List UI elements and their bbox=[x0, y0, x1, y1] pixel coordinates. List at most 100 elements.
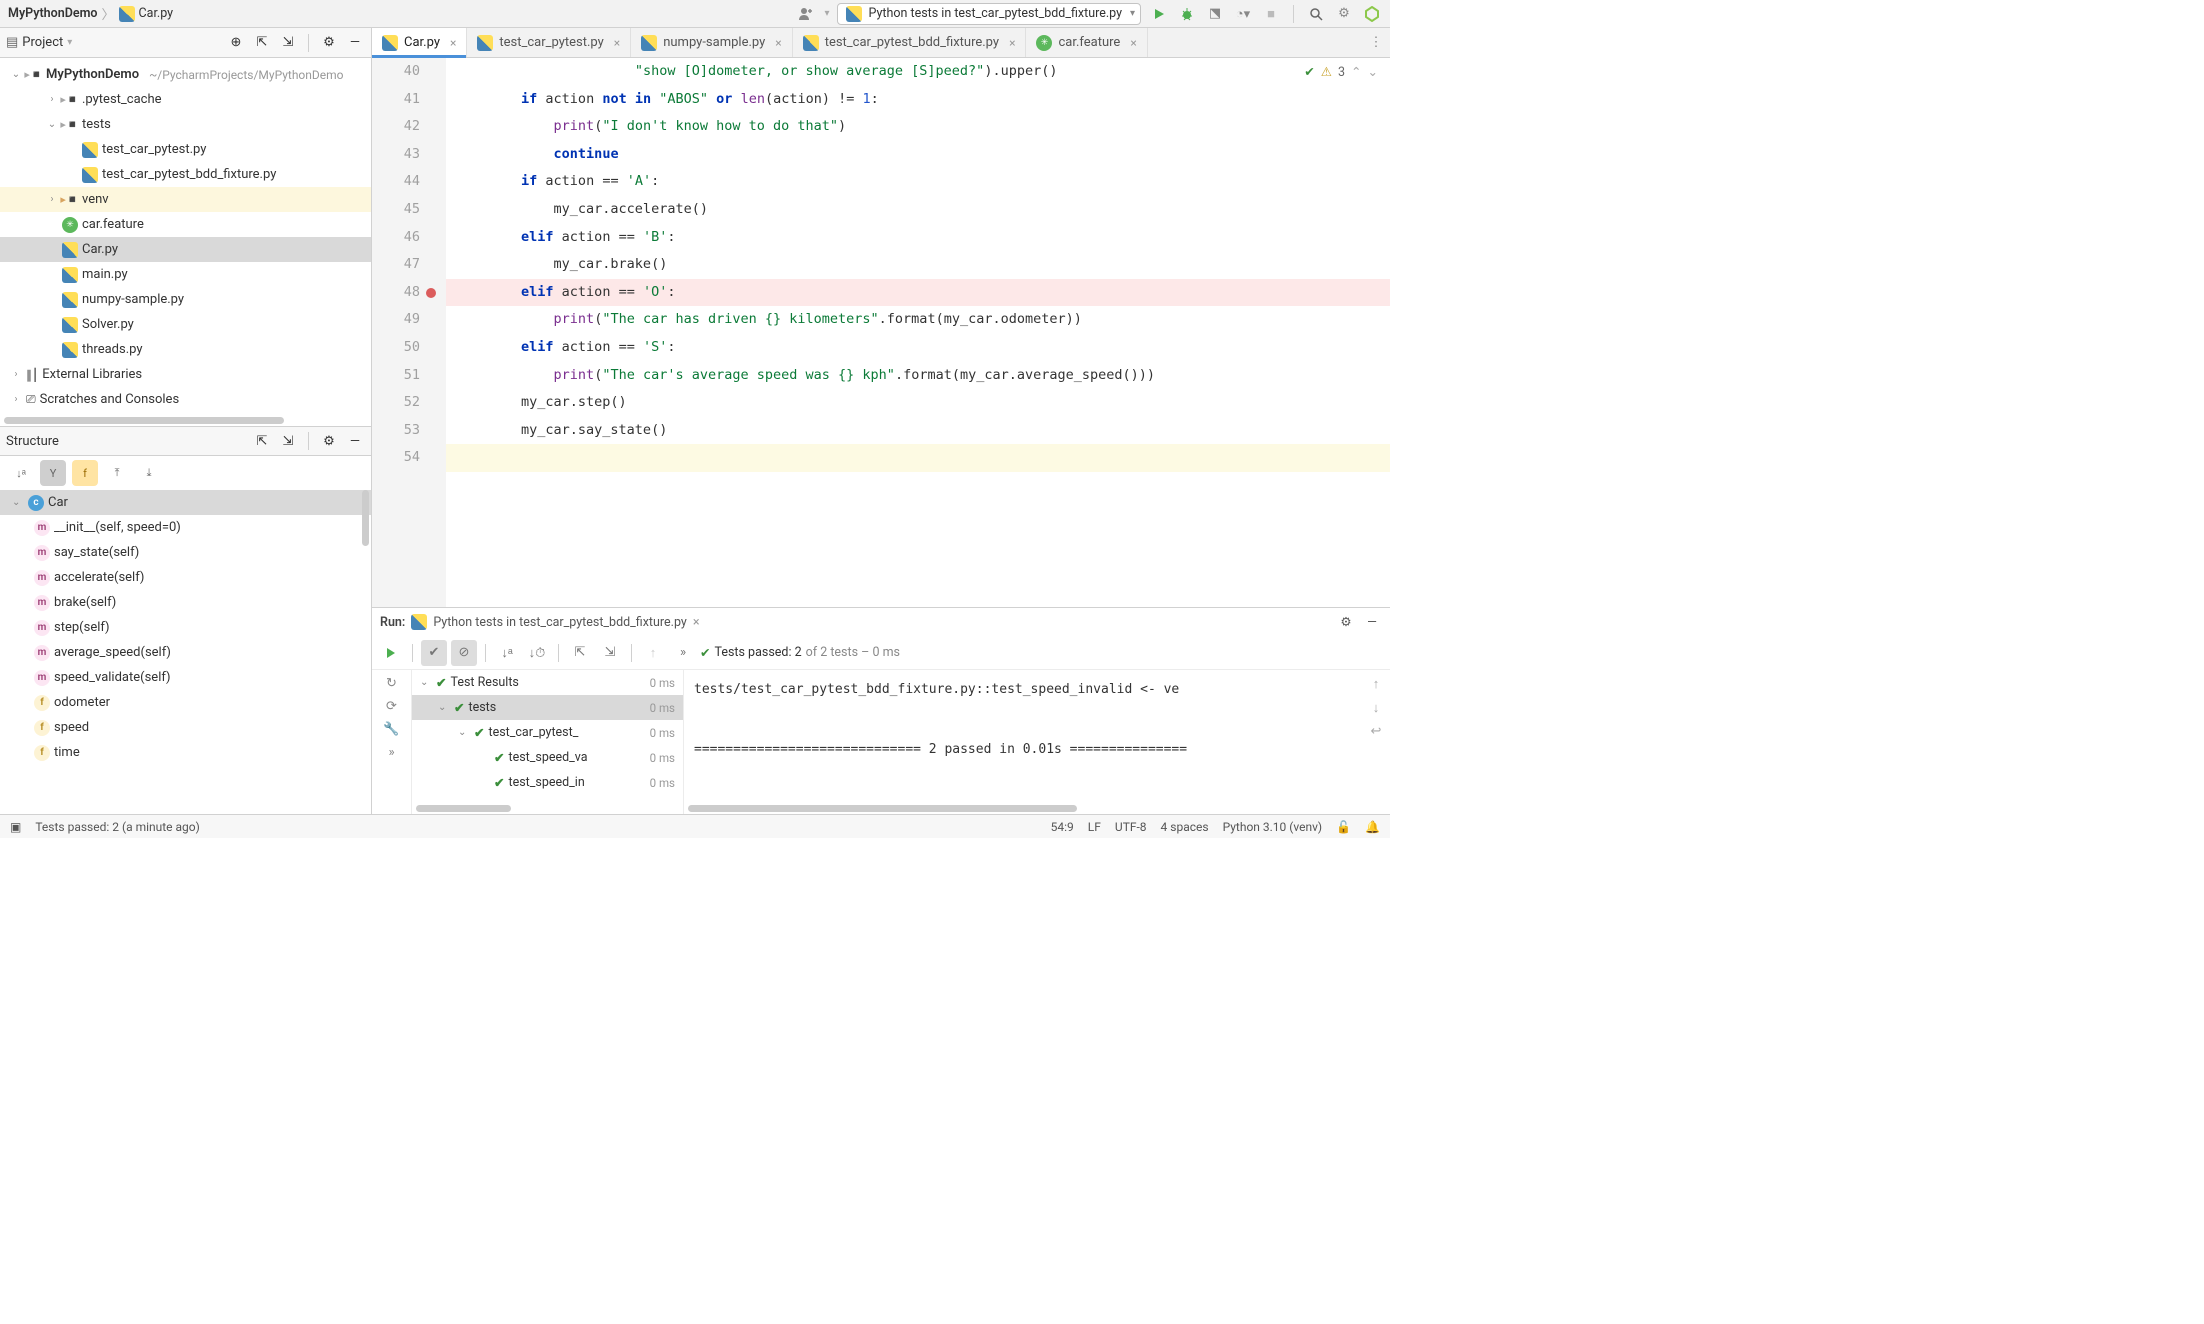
chevron-up-icon[interactable]: ⌃ bbox=[1351, 64, 1361, 80]
editor-text[interactable]: "show [O]dometer, or show average [S]pee… bbox=[446, 58, 1390, 607]
run-settings-icon[interactable]: ⚙ bbox=[1336, 612, 1356, 632]
breadcrumb[interactable]: MyPythonDemo 〉 Car.py bbox=[8, 4, 173, 23]
test-node[interactable]: ⌄✔tests0 ms bbox=[412, 695, 683, 720]
project-tree[interactable]: ⌄▸◾MyPythonDemo~/PycharmProjects/MyPytho… bbox=[0, 58, 371, 426]
test-node[interactable]: ⌄✔test_car_pytest_0 ms bbox=[412, 720, 683, 745]
editor-gutter[interactable]: 404142434445464748495051525354 bbox=[372, 58, 446, 607]
close-tab-icon[interactable]: × bbox=[1009, 36, 1015, 50]
toggle-autotest-icon[interactable]: ⟳ bbox=[386, 699, 397, 714]
stop-button[interactable]: ■ bbox=[1261, 4, 1281, 24]
more-icon[interactable]: » bbox=[670, 640, 696, 666]
editor-tab[interactable]: test_car_pytest_bdd_fixture.py× bbox=[793, 28, 1027, 57]
tree-item[interactable]: numpy-sample.py bbox=[0, 287, 371, 312]
structure-member[interactable]: mstep(self) bbox=[0, 615, 371, 640]
scrollbar[interactable] bbox=[4, 417, 284, 424]
close-run-tab-icon[interactable]: × bbox=[693, 615, 700, 630]
gutter-line[interactable]: 51 bbox=[372, 362, 420, 390]
tabs-more-icon[interactable]: ⋮ bbox=[1362, 28, 1390, 57]
autoscroll-to-icon[interactable]: ⤒ bbox=[104, 460, 130, 486]
tree-item[interactable]: test_car_pytest_bdd_fixture.py bbox=[0, 162, 371, 187]
structure-settings-icon[interactable]: ⚙ bbox=[319, 431, 339, 451]
tree-item[interactable]: Car.py bbox=[0, 237, 371, 262]
prev-test-icon[interactable]: ↑ bbox=[640, 640, 666, 666]
tree-item[interactable]: test_car_pytest.py bbox=[0, 137, 371, 162]
more-side-icon[interactable]: » bbox=[388, 745, 394, 760]
sort-icon[interactable]: ↓ᵃ bbox=[494, 640, 520, 666]
scratches[interactable]: ›⎚Scratches and Consoles bbox=[0, 387, 371, 412]
notifications-icon[interactable]: 🔔 bbox=[1365, 820, 1380, 834]
gutter-line[interactable]: 53 bbox=[372, 417, 420, 445]
structure-member[interactable]: maccelerate(self) bbox=[0, 565, 371, 590]
tree-item[interactable]: ›▸◾venv bbox=[0, 187, 371, 212]
tree-root[interactable]: ⌄▸◾MyPythonDemo~/PycharmProjects/MyPytho… bbox=[0, 62, 371, 87]
editor-tab[interactable]: test_car_pytest.py× bbox=[467, 28, 631, 57]
tree-item[interactable]: threads.py bbox=[0, 337, 371, 362]
gutter-line[interactable]: 45 bbox=[372, 196, 420, 224]
gutter-line[interactable]: 46 bbox=[372, 224, 420, 252]
gutter-line[interactable]: 48 bbox=[372, 279, 420, 307]
gutter-line[interactable]: 54 bbox=[372, 444, 420, 472]
lock-icon[interactable]: 🔓 bbox=[1336, 820, 1351, 834]
structure-member[interactable]: fodometer bbox=[0, 690, 371, 715]
add-user-icon[interactable] bbox=[796, 4, 816, 24]
scrollbar[interactable] bbox=[362, 490, 369, 814]
autoscroll-from-icon[interactable]: ⤓ bbox=[136, 460, 162, 486]
test-node[interactable]: ✔test_speed_in0 ms bbox=[412, 770, 683, 795]
gutter-line[interactable]: 52 bbox=[372, 389, 420, 417]
hide-run-icon[interactable]: — bbox=[1362, 612, 1382, 632]
show-ignored-icon[interactable]: ⊘ bbox=[451, 640, 477, 666]
breadcrumb-file[interactable]: Car.py bbox=[139, 6, 174, 21]
test-output[interactable]: tests/test_car_pytest_bdd_fixture.py::te… bbox=[684, 670, 1362, 814]
settings-icon[interactable]: ⚙ bbox=[1334, 4, 1354, 24]
gutter-line[interactable]: 41 bbox=[372, 86, 420, 114]
expand-all-icon[interactable]: ⇱ bbox=[252, 33, 272, 53]
close-tab-icon[interactable]: × bbox=[450, 36, 456, 50]
code-line[interactable]: continue bbox=[446, 141, 1390, 169]
editor-tab[interactable]: Car.py× bbox=[372, 28, 467, 57]
structure-tree[interactable]: ⌄cCarm__init__(self, speed=0)msay_state(… bbox=[0, 490, 371, 814]
editor[interactable]: 404142434445464748495051525354 "show [O]… bbox=[372, 58, 1390, 607]
gutter-line[interactable]: 44 bbox=[372, 168, 420, 196]
chevron-down-icon[interactable]: ⌄ bbox=[1368, 64, 1378, 80]
tool-windows-icon[interactable]: ▣ bbox=[10, 820, 21, 834]
code-line[interactable]: if action not in "ABOS" or len(action) !… bbox=[446, 86, 1390, 114]
sort-time-icon[interactable]: ↓⏱ bbox=[524, 640, 550, 666]
structure-member[interactable]: mspeed_validate(self) bbox=[0, 665, 371, 690]
structure-member[interactable]: ftime bbox=[0, 740, 371, 765]
project-view-selector[interactable]: ▤ Project ▾ bbox=[6, 35, 72, 50]
file-encoding[interactable]: UTF-8 bbox=[1115, 820, 1147, 834]
wrench-icon[interactable]: 🔧 bbox=[383, 722, 399, 737]
close-tab-icon[interactable]: × bbox=[775, 36, 781, 50]
expand-icon[interactable]: ⇱ bbox=[252, 431, 272, 451]
scroll-down-icon[interactable]: ↓ bbox=[1373, 700, 1380, 716]
gutter-line[interactable]: 49 bbox=[372, 306, 420, 334]
tree-item[interactable]: ✳car.feature bbox=[0, 212, 371, 237]
structure-member[interactable]: msay_state(self) bbox=[0, 540, 371, 565]
gutter-line[interactable]: 47 bbox=[372, 251, 420, 279]
search-everywhere-icon[interactable] bbox=[1306, 4, 1326, 24]
sort-alpha-icon[interactable]: ↓ᵃ bbox=[8, 460, 34, 486]
code-line[interactable] bbox=[446, 444, 1390, 472]
expand-tests-icon[interactable]: ⇱ bbox=[567, 640, 593, 666]
hide-structure-icon[interactable]: — bbox=[345, 431, 365, 451]
code-line[interactable]: my_car.say_state() bbox=[446, 417, 1390, 445]
rerun-icon[interactable] bbox=[378, 640, 404, 666]
locate-icon[interactable]: ⊕ bbox=[226, 33, 246, 53]
gutter-line[interactable]: 50 bbox=[372, 334, 420, 362]
structure-member[interactable]: maverage_speed(self) bbox=[0, 640, 371, 665]
tree-item[interactable]: Solver.py bbox=[0, 312, 371, 337]
code-line[interactable]: print("The car has driven {} kilometers"… bbox=[446, 306, 1390, 334]
scrollbar[interactable] bbox=[416, 805, 679, 812]
code-line[interactable]: if action == 'A': bbox=[446, 168, 1390, 196]
code-line[interactable]: elif action == 'S': bbox=[446, 334, 1390, 362]
line-separator[interactable]: LF bbox=[1088, 820, 1101, 834]
structure-member[interactable]: fspeed bbox=[0, 715, 371, 740]
hide-tool-icon[interactable]: — bbox=[345, 33, 365, 53]
editor-tab[interactable]: ✳car.feature× bbox=[1026, 28, 1147, 57]
python-interpreter[interactable]: Python 3.10 (venv) bbox=[1223, 820, 1323, 834]
run-config-selector[interactable]: Python tests in test_car_pytest_bdd_fixt… bbox=[837, 3, 1141, 25]
tree-item[interactable]: ⌄▸◾tests bbox=[0, 112, 371, 137]
tree-item[interactable]: ›▸◾.pytest_cache bbox=[0, 87, 371, 112]
scroll-up-icon[interactable]: ↑ bbox=[1373, 676, 1380, 692]
rerun-failed-icon[interactable]: ↻ bbox=[386, 676, 397, 691]
